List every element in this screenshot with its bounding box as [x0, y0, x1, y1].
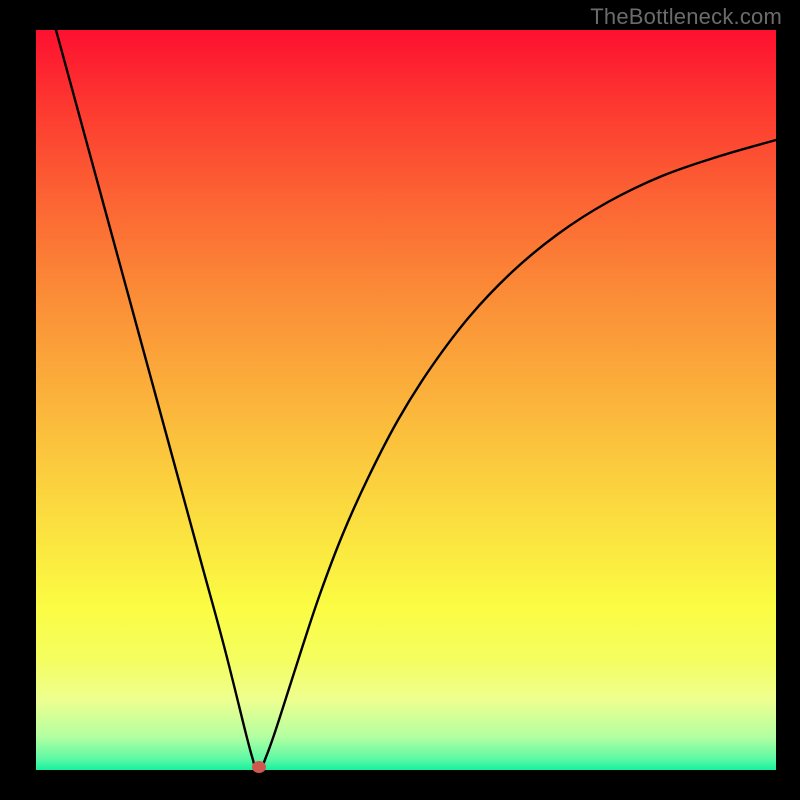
chart-frame: { "watermark": "TheBottleneck.com", "col…	[0, 0, 800, 800]
plot-background	[36, 30, 776, 770]
minimum-marker	[252, 761, 266, 773]
watermark-text: TheBottleneck.com	[590, 4, 782, 30]
bottleneck-chart	[0, 0, 800, 800]
